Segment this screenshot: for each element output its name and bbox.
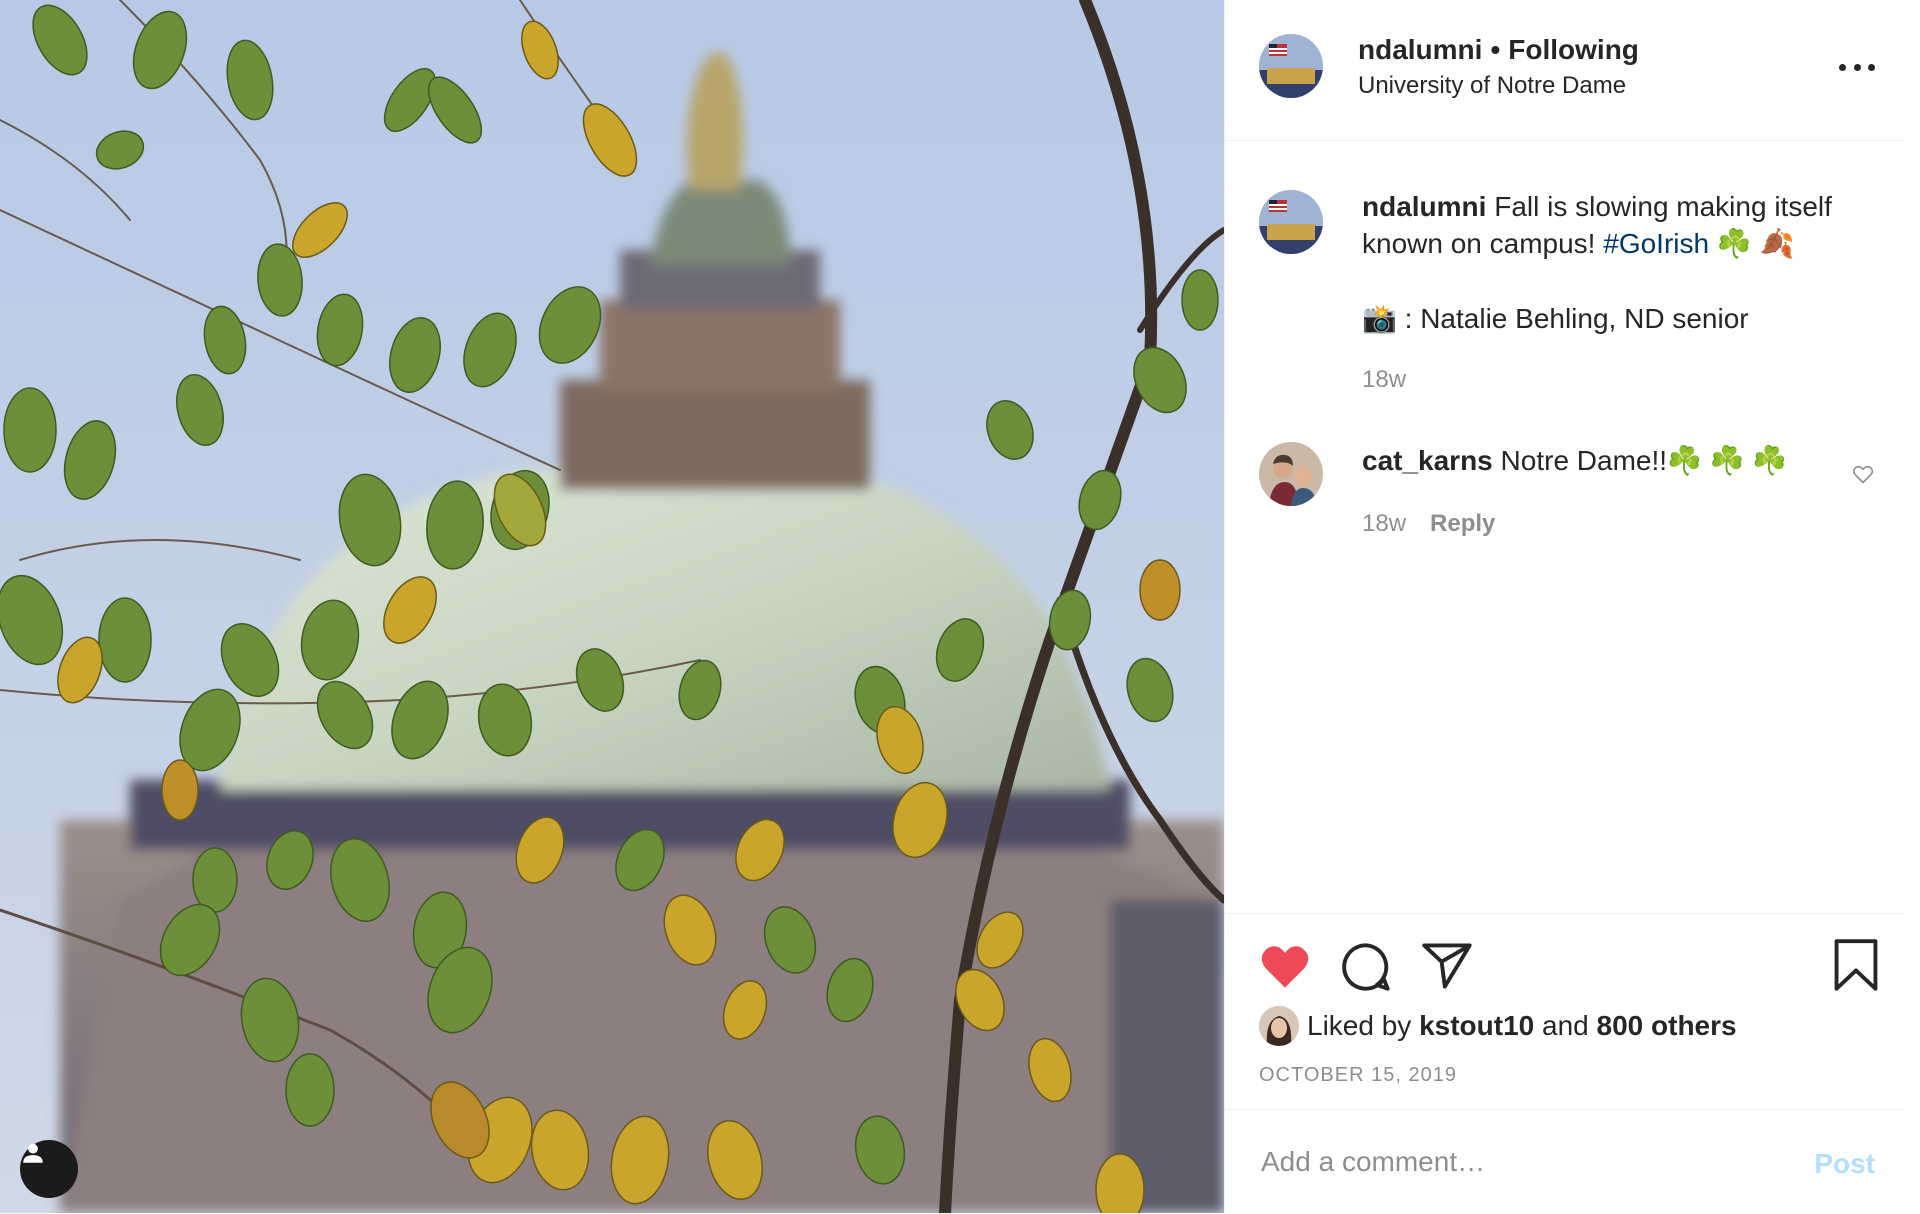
post-button[interactable]: Post xyxy=(1814,1148,1875,1180)
header-username[interactable]: ndalumni xyxy=(1358,34,1482,65)
comment-timestamp[interactable]: 18w xyxy=(1362,510,1406,537)
user-tag-icon xyxy=(23,1143,43,1163)
heart-outline-icon[interactable] xyxy=(1851,462,1875,486)
avatar[interactable] xyxy=(1259,34,1323,98)
account-avatar-image xyxy=(1259,34,1323,98)
post-date[interactable]: OCTOBER 15, 2019 xyxy=(1259,1064,1457,1087)
caption-text: ndalumni Fall is slowing making itself k… xyxy=(1362,188,1882,262)
comment-username[interactable]: cat_karns xyxy=(1362,445,1493,476)
account-avatar-image xyxy=(1259,190,1323,254)
reply-button[interactable]: Reply xyxy=(1430,510,1495,537)
hashtag-link[interactable]: #GoIrish xyxy=(1603,228,1709,259)
comment-text: cat_karns Notre Dame!!☘️ ☘️ ☘️ xyxy=(1362,442,1882,479)
likes-middle: and xyxy=(1542,1010,1589,1041)
comment-bubble-icon[interactable] xyxy=(1340,941,1392,993)
post-side-panel: ndalumni • Following University of Notre D… xyxy=(1224,0,1905,1213)
comment-avatar[interactable] xyxy=(1259,442,1323,506)
user-tag-button[interactable] xyxy=(20,1140,78,1198)
header-title: ndalumni • Following xyxy=(1358,34,1639,66)
add-comment-bar: Post xyxy=(1225,1109,1905,1214)
likes-summary: Liked by kstout10 and 800 others xyxy=(1259,1006,1737,1046)
liker-username[interactable]: kstout10 xyxy=(1419,1010,1534,1042)
likes-prefix: Liked by xyxy=(1307,1010,1412,1041)
comment-body: Notre Dame!!☘️ ☘️ ☘️ xyxy=(1500,445,1788,476)
photo-credit: 📸 : Natalie Behling, ND senior xyxy=(1362,303,1749,334)
likes-count-link[interactable]: 800 others xyxy=(1597,1010,1737,1042)
more-options-button[interactable] xyxy=(1839,52,1875,82)
comment-meta: 18w Reply xyxy=(1362,510,1495,538)
bookmark-icon[interactable] xyxy=(1833,938,1879,992)
dome-photo-illustration xyxy=(0,0,1224,1213)
caption-avatar[interactable] xyxy=(1259,190,1323,254)
post-photo[interactable] xyxy=(0,0,1224,1213)
caption-emoji: ☘️ 🍂 xyxy=(1716,228,1795,259)
follow-status[interactable]: Following xyxy=(1508,34,1639,65)
liker-avatar[interactable] xyxy=(1259,1006,1299,1046)
caption-timestamp[interactable]: 18w xyxy=(1362,366,1406,394)
commenter-avatar-image xyxy=(1259,442,1323,506)
comment-input[interactable] xyxy=(1259,1138,1763,1186)
action-bar: Liked by kstout10 and 800 others OCTOBER… xyxy=(1225,913,1905,1109)
paper-plane-icon[interactable] xyxy=(1421,941,1473,991)
heart-filled-icon[interactable] xyxy=(1259,942,1311,990)
header-separator: • xyxy=(1490,34,1501,65)
post-header: ndalumni • Following University of Notre D… xyxy=(1225,0,1905,141)
more-dots-icon xyxy=(1839,63,1846,71)
liker-avatar-image xyxy=(1259,1006,1299,1046)
caption-username[interactable]: ndalumni xyxy=(1362,191,1486,222)
location-link[interactable]: University of Notre Dame xyxy=(1358,72,1626,100)
